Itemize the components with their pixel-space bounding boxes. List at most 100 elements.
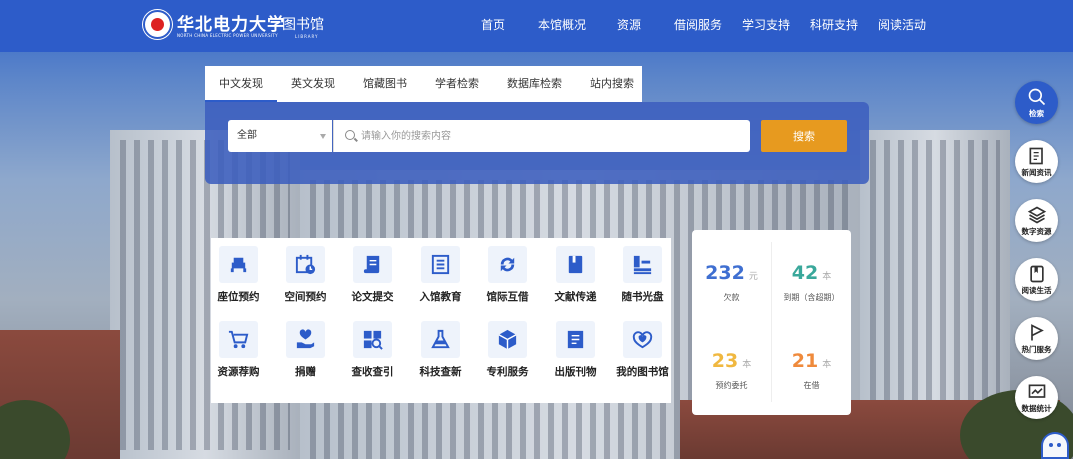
service-space-reservation[interactable]: 空间预约	[272, 246, 339, 304]
services-grid: 座位预约 空间预约 论文提交 入馆教育 馆际互借 文献传递 随书光盘 资源荐购 …	[211, 238, 671, 403]
service-novelty-search[interactable]: 科技查新	[407, 321, 474, 379]
library-title[interactable]: 图书馆	[282, 14, 324, 34]
heart-hand-icon	[286, 321, 325, 358]
search-input[interactable]	[361, 120, 741, 152]
stat-unit: 本	[822, 272, 832, 282]
search-box	[333, 120, 750, 152]
side-search[interactable]: 检索	[1015, 81, 1058, 124]
service-label: 查收查引	[351, 366, 394, 378]
side-label: 新闻资讯	[1021, 168, 1052, 177]
tab-site-search[interactable]: 站内搜索	[576, 66, 648, 102]
refresh-icon	[488, 246, 527, 283]
search-icon	[345, 130, 355, 140]
nav-borrowing[interactable]: 借阅服务	[674, 16, 722, 33]
stat-debt[interactable]: 232 元 欠款	[692, 262, 771, 303]
account-stats-card: 232 元 欠款 42 本 到期（含超期） 23 本 预约委托 21 本 在借	[692, 230, 851, 415]
service-label: 空间预约	[284, 291, 327, 303]
stat-value: 42	[791, 262, 819, 284]
service-seat-reservation[interactable]: 座位预约	[205, 246, 272, 304]
tab-database-search[interactable]: 数据库检索	[493, 66, 576, 102]
service-label: 馆际互借	[486, 291, 529, 303]
nav-reading-events[interactable]: 阅读活动	[878, 16, 926, 33]
stat-caption: 预约委托	[715, 381, 748, 390]
chevron-down-icon	[320, 134, 326, 139]
side-digital-resources[interactable]: 数字资源	[1015, 199, 1058, 242]
disc-stack-icon	[623, 246, 662, 283]
stat-value: 21	[791, 350, 819, 372]
side-news[interactable]: 新闻资讯	[1015, 140, 1058, 183]
service-label: 入馆教育	[419, 291, 462, 303]
seat-icon	[219, 246, 258, 283]
news-icon	[1029, 147, 1043, 165]
nav-research[interactable]: 科研支持	[810, 16, 858, 33]
calendar-clock-icon	[286, 246, 325, 283]
side-label: 数字资源	[1021, 227, 1052, 236]
service-book-cd[interactable]: 随书光盘	[609, 246, 676, 304]
side-statistics[interactable]: 数据统计	[1015, 376, 1058, 419]
search-icon	[1028, 88, 1045, 106]
tab-english-discovery[interactable]: 英文发现	[277, 66, 349, 102]
cart-icon	[219, 321, 258, 358]
scroll-icon	[353, 246, 392, 283]
university-name[interactable]: 华北电力大学	[177, 10, 285, 35]
service-label: 我的图书馆	[616, 366, 669, 378]
search-scope-value: 全部	[237, 130, 257, 141]
service-donation[interactable]: 捐赠	[272, 321, 339, 379]
chat-robot-icon[interactable]	[1041, 432, 1069, 459]
nav-learning[interactable]: 学习支持	[742, 16, 790, 33]
nav-about[interactable]: 本馆概况	[538, 16, 586, 33]
tab-library-books[interactable]: 馆藏图书	[349, 66, 421, 102]
cube-icon	[488, 321, 527, 358]
service-label: 出版刊物	[554, 366, 597, 378]
service-entry-education[interactable]: 入馆教育	[407, 246, 474, 304]
stat-unit: 元	[748, 272, 758, 282]
search-button[interactable]: 搜索	[761, 120, 847, 152]
stat-borrowed[interactable]: 21 本 在借	[772, 350, 851, 391]
service-label: 捐赠	[295, 366, 316, 378]
heart-shield-icon	[623, 321, 662, 358]
service-document-delivery[interactable]: 文献传递	[542, 246, 609, 304]
stat-unit: 本	[822, 360, 832, 370]
service-label: 资源荐购	[217, 366, 260, 378]
tab-chinese-discovery[interactable]: 中文发现	[205, 66, 277, 102]
university-name-en: NORTH CHINA ELECTRIC POWER UNIVERSITY	[177, 33, 278, 38]
service-label: 座位预约	[217, 291, 260, 303]
service-citation-check[interactable]: 查收查引	[339, 321, 406, 379]
stat-reservations[interactable]: 23 本 预约委托	[692, 350, 771, 391]
tab-scholar-search[interactable]: 学者检索	[421, 66, 493, 102]
search-scope-select[interactable]: 全部	[228, 120, 332, 152]
university-seal-logo[interactable]	[143, 10, 172, 39]
service-interlibrary-loan[interactable]: 馆际互借	[474, 246, 541, 304]
list-doc-icon	[421, 246, 460, 283]
side-label: 数据统计	[1021, 404, 1052, 413]
stat-value: 232	[705, 262, 745, 284]
search-panel: 全部 搜索	[205, 102, 869, 184]
layers-icon	[1027, 206, 1046, 224]
service-patent[interactable]: 专利服务	[474, 321, 541, 379]
service-label: 文献传递	[554, 291, 597, 303]
stat-value: 23	[711, 350, 739, 372]
stat-caption: 欠款	[723, 293, 740, 302]
search-doc-icon	[353, 321, 392, 358]
stat-caption: 在借	[803, 381, 820, 390]
service-label: 论文提交	[351, 291, 394, 303]
book-icon	[556, 246, 595, 283]
search-tabs: 中文发现 英文发现 馆藏图书 学者检索 数据库检索 站内搜索	[205, 66, 642, 102]
side-reading-life[interactable]: 阅读生活	[1015, 258, 1058, 301]
reading-icon	[1029, 265, 1044, 283]
service-my-library[interactable]: 我的图书馆	[609, 321, 676, 379]
service-purchase-recommend[interactable]: 资源荐购	[205, 321, 272, 379]
stat-unit: 本	[742, 360, 752, 370]
service-publications[interactable]: 出版刊物	[542, 321, 609, 379]
service-label: 科技查新	[419, 366, 462, 378]
library-subtitle: LIBRARY	[295, 34, 319, 39]
nav-home[interactable]: 首页	[481, 16, 505, 33]
site-header: 华北电力大学 NORTH CHINA ELECTRIC POWER UNIVER…	[0, 0, 1073, 52]
stat-caption: 到期（含超期）	[783, 293, 840, 302]
stat-due[interactable]: 42 本 到期（含超期）	[772, 262, 851, 303]
service-label: 专利服务	[486, 366, 529, 378]
flask-icon	[421, 321, 460, 358]
side-hot-services[interactable]: 热门服务	[1015, 317, 1058, 360]
service-thesis-submission[interactable]: 论文提交	[339, 246, 406, 304]
nav-resources[interactable]: 资源	[617, 16, 641, 33]
